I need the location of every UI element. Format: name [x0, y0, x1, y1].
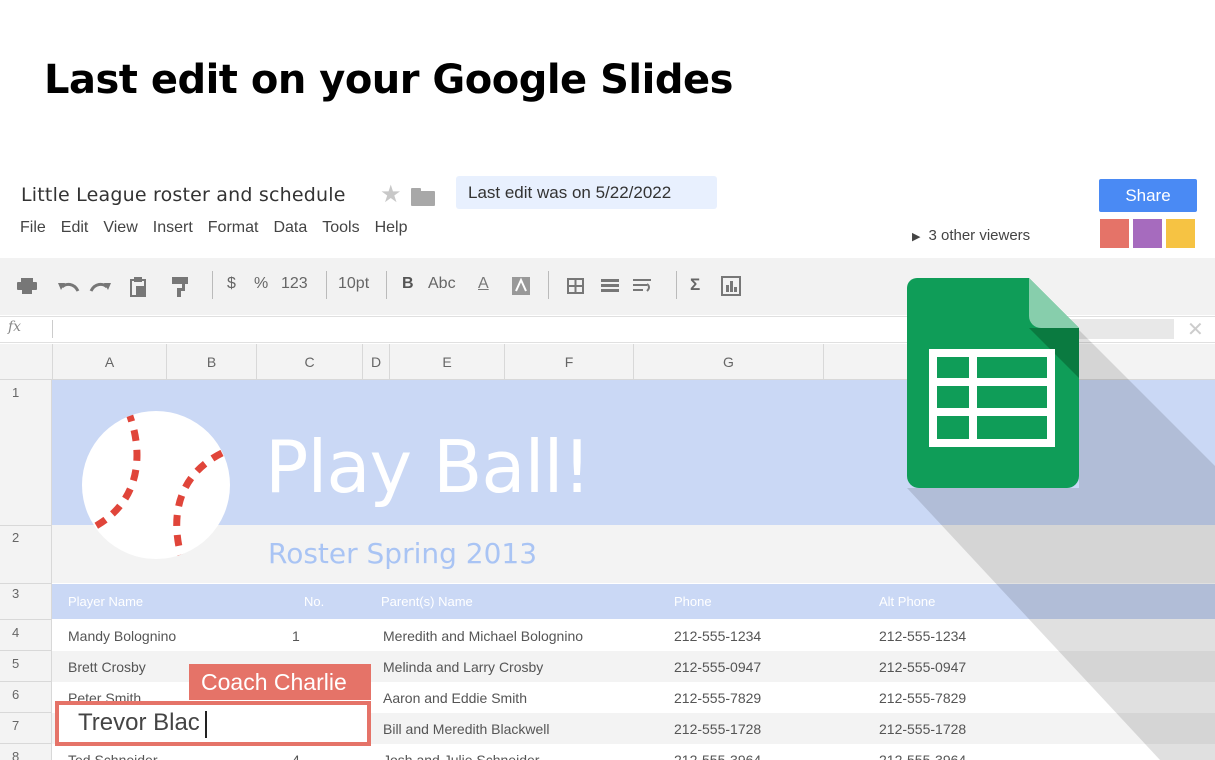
google-sheets-logo-icon: [907, 278, 1079, 488]
collaborator-label: Coach Charlie: [189, 664, 371, 700]
editing-text: Trevor Blac: [78, 709, 200, 736]
text-caret: [205, 711, 207, 738]
